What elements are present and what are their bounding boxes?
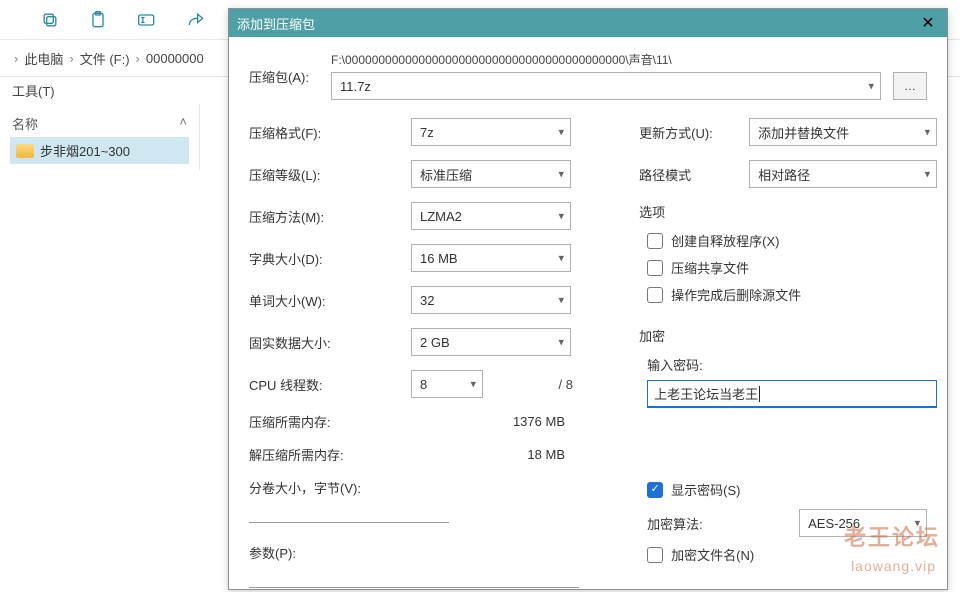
- method-select[interactable]: LZMA2▾: [411, 202, 571, 230]
- folder-icon: [16, 144, 34, 158]
- chevron-down-icon: ▾: [558, 126, 564, 139]
- chevron-right-icon: ›: [69, 51, 73, 66]
- chevron-down-icon: ▾: [558, 336, 564, 349]
- share-icon[interactable]: [186, 10, 206, 30]
- cpu-total: / 8: [497, 377, 573, 392]
- list-item[interactable]: 步非烟201~300: [10, 137, 189, 164]
- close-icon[interactable]: ✕: [917, 13, 939, 33]
- dict-select[interactable]: 16 MB▾: [411, 244, 571, 272]
- mem-compress-label: 压缩所需内存:: [249, 412, 411, 431]
- level-label: 压缩等级(L):: [249, 165, 411, 184]
- dict-label: 字典大小(D):: [249, 249, 411, 268]
- split-input[interactable]: [249, 503, 449, 523]
- archive-label: 压缩包(A):: [249, 51, 321, 86]
- file-list-panel: 名称 ˄ 步非烟201~300: [0, 104, 200, 170]
- column-header-name[interactable]: 名称 ˄: [10, 110, 189, 137]
- word-label: 单词大小(W):: [249, 291, 411, 310]
- rename-icon[interactable]: [136, 10, 158, 30]
- checkbox-icon: [647, 260, 663, 276]
- breadcrumb-pc[interactable]: 此电脑: [24, 49, 63, 68]
- checkbox-checked-icon: [647, 482, 663, 498]
- mem-compress-value: 1376 MB: [411, 414, 571, 429]
- split-label: 分卷大小，字节(V):: [249, 478, 615, 497]
- text-cursor: [759, 386, 760, 402]
- level-select[interactable]: 标准压缩▾: [411, 160, 571, 188]
- params-label: 参数(P):: [249, 543, 615, 562]
- options-header: 选项: [639, 202, 937, 221]
- password-value: 上老王论坛当老王: [654, 384, 758, 403]
- archive-name-value: 11.7z: [340, 79, 371, 94]
- column-header-label: 名称: [12, 117, 38, 132]
- option-show-password[interactable]: 显示密码(S): [647, 480, 937, 499]
- chevron-down-icon: ▾: [925, 126, 931, 139]
- solid-select[interactable]: 2 GB▾: [411, 328, 571, 356]
- breadcrumb-folder[interactable]: 00000000: [146, 51, 204, 66]
- word-select[interactable]: 32▾: [411, 286, 571, 314]
- chevron-down-icon: ▾: [558, 252, 564, 265]
- solid-label: 固实数据大小:: [249, 333, 411, 352]
- chevron-up-icon: ˄: [179, 114, 187, 129]
- mem-decompress-value: 18 MB: [411, 447, 571, 462]
- mem-decompress-label: 解压缩所需内存:: [249, 445, 411, 464]
- checkbox-icon: [647, 547, 663, 563]
- checkbox-icon: [647, 233, 663, 249]
- params-input[interactable]: [249, 568, 579, 588]
- chevron-down-icon: ▾: [470, 378, 476, 391]
- dialog-titlebar[interactable]: 添加到压缩包 ✕: [229, 9, 947, 37]
- option-shared[interactable]: 压缩共享文件: [647, 258, 937, 277]
- password-label: 输入密码:: [647, 355, 937, 374]
- pathmode-select[interactable]: 相对路径▾: [749, 160, 937, 188]
- chevron-right-icon: ›: [136, 51, 140, 66]
- archive-name-select[interactable]: 11.7z ▾: [331, 72, 881, 100]
- update-select[interactable]: 添加并替换文件▾: [749, 118, 937, 146]
- password-input[interactable]: 上老王论坛当老王: [647, 380, 937, 408]
- add-to-archive-dialog: 添加到压缩包 ✕ 压缩包(A): F:\00000000000000000000…: [228, 8, 948, 590]
- breadcrumb-drive[interactable]: 文件 (F:): [80, 49, 130, 68]
- format-label: 压缩格式(F):: [249, 123, 411, 142]
- format-select[interactable]: 7z▾: [411, 118, 571, 146]
- chevron-right-icon: ›: [14, 51, 18, 66]
- chevron-down-icon: ▾: [558, 168, 564, 181]
- update-label: 更新方式(U):: [639, 123, 749, 142]
- dialog-title: 添加到压缩包: [237, 14, 917, 33]
- chevron-down-icon: ▾: [868, 80, 874, 93]
- browse-button[interactable]: …: [893, 72, 927, 100]
- option-delete-after[interactable]: 操作完成后删除源文件: [647, 285, 937, 304]
- list-item-label: 步非烟201~300: [40, 141, 130, 160]
- pathmode-label: 路径模式: [639, 165, 749, 184]
- watermark-text: 老王论坛: [844, 520, 940, 552]
- watermark-url: laowang.vip: [851, 558, 936, 574]
- copy-icon[interactable]: [40, 10, 60, 30]
- method-label: 压缩方法(M):: [249, 207, 411, 226]
- chevron-down-icon: ▾: [558, 210, 564, 223]
- cpu-label: CPU 线程数:: [249, 375, 411, 394]
- chevron-down-icon: ▾: [558, 294, 564, 307]
- algo-label: 加密算法:: [639, 514, 789, 533]
- encryption-header: 加密: [639, 326, 937, 345]
- option-sfx[interactable]: 创建自释放程序(X): [647, 231, 937, 250]
- paste-icon[interactable]: [88, 10, 108, 30]
- checkbox-icon: [647, 287, 663, 303]
- chevron-down-icon: ▾: [925, 168, 931, 181]
- archive-path: F:\0000000000000000000000000000000000000…: [331, 51, 927, 68]
- cpu-select[interactable]: 8▾: [411, 370, 483, 398]
